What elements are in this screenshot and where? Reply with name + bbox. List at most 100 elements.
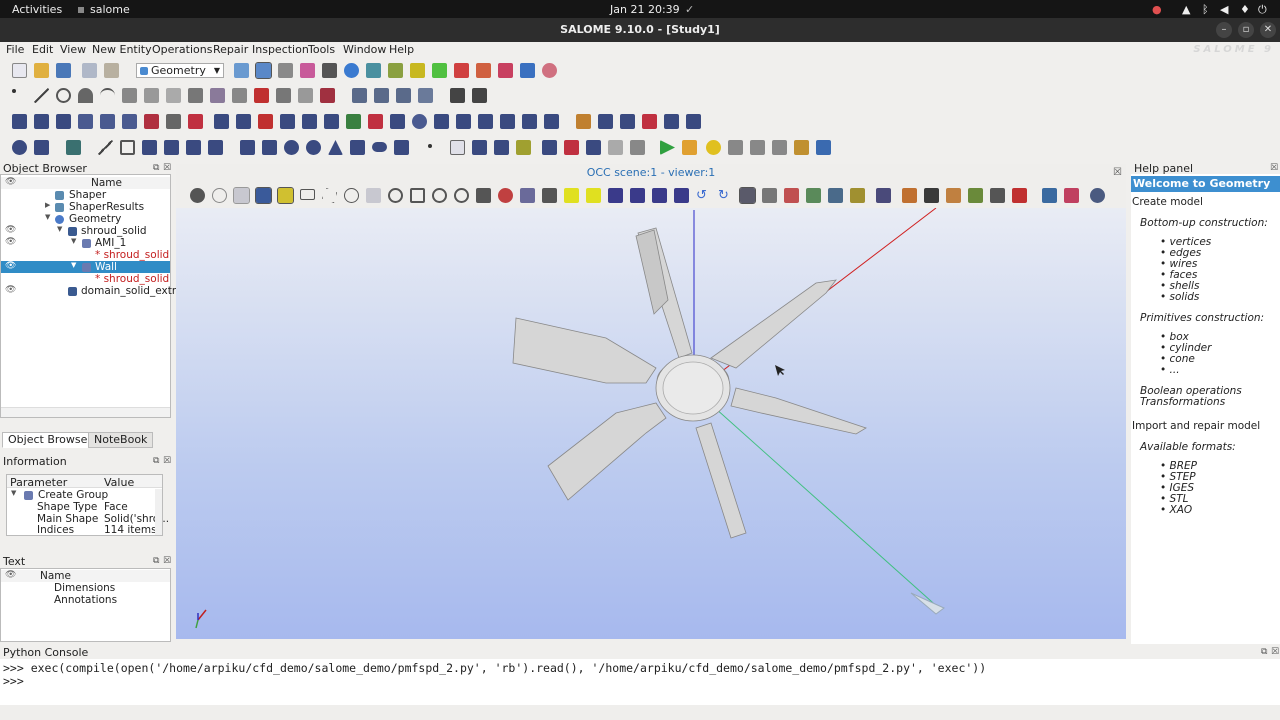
close-icon[interactable]: ☒ [163,163,171,173]
yacs-icon[interactable] [388,63,403,78]
cylinder-prim-icon[interactable] [164,140,179,155]
geometry-icon[interactable] [234,63,249,78]
save-icon[interactable] [56,63,71,78]
rotate-clockwise-icon[interactable]: ↻ [718,188,733,203]
bounding-box-icon[interactable] [772,140,787,155]
close-icon[interactable]: ☒ [163,556,171,566]
explode-icon[interactable] [12,114,27,129]
torus-icon[interactable] [306,140,321,155]
boolean-icon[interactable] [522,114,537,129]
eye-icon[interactable]: 👁 [5,261,16,271]
tree-item-reference[interactable]: * shroud_solid [1,273,170,285]
group-icon[interactable] [34,114,49,129]
text-item-dimensions[interactable]: Dimensions [1,582,170,594]
clock[interactable]: Jan 21 20:39 [610,3,680,16]
float-icon[interactable]: ⧉ [153,556,159,566]
copy-icon[interactable] [82,63,97,78]
menu-new-entity[interactable]: New Entity [92,43,152,56]
chevron-down-icon[interactable]: ▼ [11,489,16,497]
sync-icon[interactable] [946,188,961,203]
zoom-icon[interactable] [454,188,469,203]
maximize-view-icon[interactable] [924,188,939,203]
angle-icon[interactable] [816,140,831,155]
disk-icon[interactable] [12,140,27,155]
paravis-icon[interactable] [322,63,337,78]
scene-canvas[interactable] [176,207,1126,639]
left-view-icon[interactable] [652,188,667,203]
rotate-counterclockwise-icon[interactable]: ↺ [696,188,711,203]
tree-item-domain-solid-extr[interactable]: 👁 domain_solid_extr [1,285,176,297]
field-icon[interactable] [366,63,381,78]
new-document-icon[interactable] [12,63,27,78]
chart-icon[interactable] [520,63,535,78]
eye-icon[interactable]: 👁 [5,225,16,235]
adao-icon[interactable] [476,63,491,78]
menu-inspection[interactable]: Inspection [252,43,309,56]
edge-tool-icon[interactable] [98,140,113,155]
activities-button[interactable]: Activities [12,3,62,16]
close-icon[interactable]: ☒ [1270,163,1278,173]
offset-icon[interactable] [302,114,317,129]
box-icon[interactable] [142,140,157,155]
menu-help[interactable]: Help [389,43,414,56]
circle-icon[interactable] [56,88,71,103]
torus-prim-icon[interactable] [208,140,223,155]
wire-icon[interactable] [232,88,247,103]
top-view-icon[interactable] [608,188,623,203]
tab-object-browser[interactable]: Object Browser [2,432,98,448]
menu-tools[interactable]: Tools [308,43,335,56]
polygon-icon[interactable] [394,140,409,155]
partition-icon[interactable] [56,114,71,129]
close-icon[interactable]: ☒ [1113,164,1122,182]
basic-props-icon[interactable] [750,140,765,155]
distance-icon[interactable] [794,140,809,155]
env-texture-icon[interactable] [990,188,1005,203]
chevron-down-icon[interactable]: ▼ [57,225,62,233]
curve-icon[interactable] [122,88,137,103]
eye-icon[interactable]: 👁 [5,285,16,295]
pan-icon[interactable] [476,188,491,203]
polyline-icon[interactable] [188,88,203,103]
sketch-icon[interactable] [210,88,225,103]
suppress-holes-icon[interactable] [542,140,557,155]
rectangle-icon[interactable] [350,140,365,155]
ellipse-icon[interactable] [78,88,93,103]
cube-icon[interactable] [240,140,255,155]
wire-tool-icon[interactable] [120,140,135,155]
measure-icon[interactable] [450,88,465,103]
dot-icon[interactable] [428,144,432,148]
selection-icon[interactable] [255,187,272,204]
tree-item-ami-1[interactable]: 👁 ▼ AMI_1 [1,237,170,249]
bluetooth-icon[interactable]: ᛒ [1202,3,1209,16]
occ-3d-viewer[interactable] [176,207,1126,639]
vector-icon[interactable] [144,88,159,103]
chevron-down-icon[interactable]: ▼ [45,213,50,221]
fit-area-icon[interactable] [410,188,425,203]
mirror-icon[interactable] [258,114,273,129]
clipping-icon[interactable] [806,188,821,203]
thickness-icon[interactable] [544,114,559,129]
shape-proc-icon[interactable] [472,140,487,155]
fit-selection-icon[interactable] [432,188,447,203]
line-icon[interactable] [34,88,49,103]
cylinder-shape-icon[interactable] [262,140,277,155]
ellipse-face-icon[interactable] [372,142,387,152]
tree-item-reference[interactable]: * shroud_solid [1,249,170,261]
hexablock-icon[interactable] [432,63,447,78]
tab-notebook[interactable]: NoteBook [88,432,154,448]
rotation-point-icon[interactable] [542,188,557,203]
circle-select-icon[interactable] [344,188,359,203]
global-pan-icon[interactable] [498,188,513,203]
rectangle-select-icon[interactable] [300,189,315,200]
document-icon[interactable] [450,140,465,155]
sphere-icon[interactable] [284,140,299,155]
compound-icon[interactable] [144,114,159,129]
network-icon[interactable]: ▲ [1182,3,1190,16]
tree-item-shroud-solid[interactable]: 👁 ▼ shroud_solid [1,225,170,237]
sew-icon[interactable] [686,114,701,129]
chamfer-icon[interactable] [434,114,449,129]
view-properties-icon[interactable] [1090,188,1105,203]
interaction-style-icon[interactable] [233,187,250,204]
front-view-icon[interactable] [564,188,579,203]
menu-repair[interactable]: Repair [213,43,248,56]
